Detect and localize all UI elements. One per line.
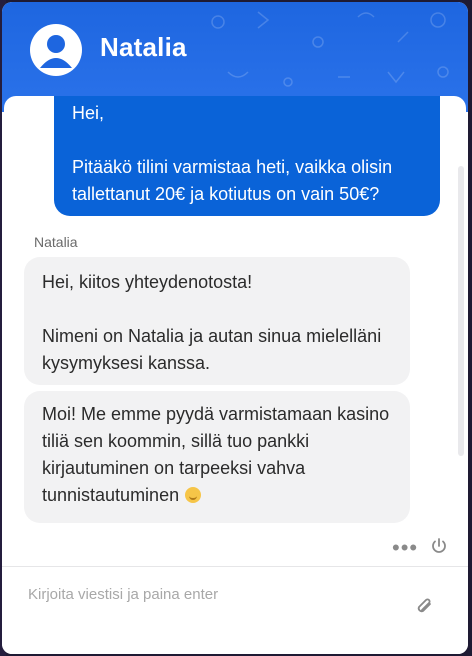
power-icon[interactable] bbox=[430, 537, 448, 555]
scrollbar[interactable] bbox=[458, 166, 464, 456]
agent-message-text: Moi! Me emme pyydä varmistamaan kasino t… bbox=[42, 401, 392, 509]
agent-sender-label: Natalia bbox=[34, 234, 78, 250]
message-list[interactable]: Hei, Pitääkö tilini varmistaa heti, vaik… bbox=[4, 96, 466, 566]
agent-name: Natalia bbox=[100, 32, 187, 62]
agent-message-line: Nimeni on Natalia ja autan sinua mielell… bbox=[42, 326, 382, 373]
user-message-line: Hei, bbox=[72, 103, 105, 123]
user-message-line: Pitääkö tilini varmistaa heti, vaikka ol… bbox=[72, 157, 393, 204]
chat-widget: Natalia Hei, Pitääkö tilini varmistaa he… bbox=[2, 2, 468, 654]
user-message: Hei, Pitääkö tilini varmistaa heti, vaik… bbox=[54, 96, 440, 216]
user-avatar-icon bbox=[30, 24, 82, 76]
agent-message-line: Hei, kiitos yhteydenotosta! bbox=[42, 272, 253, 292]
message-composer bbox=[2, 567, 468, 654]
message-input[interactable] bbox=[26, 581, 390, 607]
paperclip-icon[interactable] bbox=[414, 595, 436, 619]
agent-message: Hei, kiitos yhteydenotosta! Nimeni on Na… bbox=[24, 257, 410, 385]
agent-message: Moi! Me emme pyydä varmistamaan kasino t… bbox=[24, 391, 410, 523]
more-dots-icon[interactable]: ••• bbox=[392, 537, 420, 559]
doodle-pattern bbox=[211, 11, 449, 87]
agent-message-body: Moi! Me emme pyydä varmistamaan kasino t… bbox=[42, 404, 390, 505]
smile-emoji-icon bbox=[185, 487, 202, 503]
